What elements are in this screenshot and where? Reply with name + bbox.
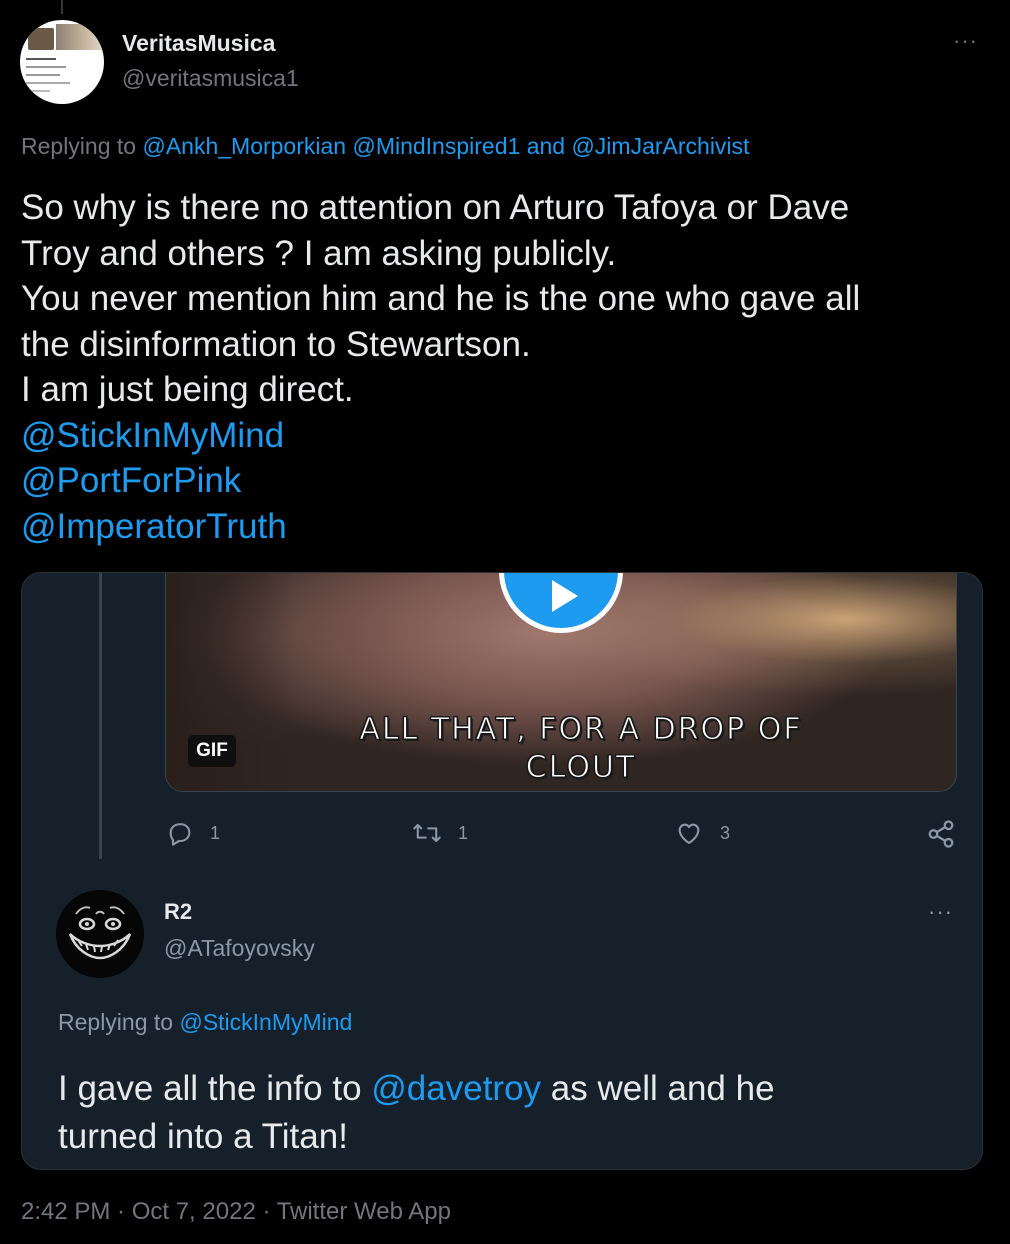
replying-and: and [526,133,566,159]
reply-action[interactable]: 1 [166,819,220,847]
retweet-action[interactable]: 1 [412,819,468,847]
tweet-text-line: You never mention him and he is the one … [21,279,861,318]
thread-connector-line [99,573,102,859]
avatar-image-block [28,28,54,50]
retweet-count: 1 [458,822,469,843]
avatar-text-line [26,58,56,60]
more-options-icon[interactable]: ··· [953,28,978,54]
avatar-image-banner [56,24,104,50]
reply-text-line: turned into a Titan! [58,1117,348,1156]
tweet-text-line: the disinformation to Stewartson. [21,324,531,364]
author-handle[interactable]: @veritasmusica1 [122,65,299,92]
reply-text-line: I gave all the info to @davetroy as well… [58,1065,938,1113]
reply-count: 1 [210,822,221,843]
thread-connector-line [61,0,63,14]
gif-caption-line: CLOUT [525,750,637,786]
mention-link[interactable]: @davetroy [371,1069,541,1108]
avatar-text-line [26,74,60,76]
mention-link[interactable]: @StickInMyMind [179,1009,352,1035]
play-button[interactable] [499,573,623,633]
reply-replying-to-line: Replying to @StickInMyMind [58,1009,352,1036]
tweet-text-line: I am just being direct. [21,370,354,409]
mention-link[interactable]: @StickInMyMind [21,413,996,459]
play-icon [552,580,578,612]
like-action[interactable]: 3 [674,819,730,847]
more-options-icon[interactable]: ··· [928,899,953,925]
reply-author-name[interactable]: R2 [164,899,192,925]
tweet-text-line: So why is there no attention on Arturo T… [21,188,850,227]
embedded-screenshot-card[interactable]: ALL THAT, FOR A DROP OF CLOUT GIF 1 1 3 [21,572,983,1170]
share-icon [928,820,954,848]
cheshire-cat-icon [56,890,144,978]
reply-author-handle[interactable]: @ATafoyovsky [164,935,315,962]
reply-author-avatar[interactable] [56,890,144,978]
avatar-text-line [26,82,70,84]
reply-icon [169,823,191,846]
heart-icon [678,823,700,844]
replying-prefix: Replying to [21,133,137,159]
avatar-text-line [26,90,50,92]
gif-caption-line: ALL THAT, FOR A DROP OF [359,712,803,748]
tweet-text-line: Troy and others ? I am asking publicly. [21,233,617,273]
reply-body: I gave all the info to @davetroy as well… [58,1065,938,1161]
author-avatar[interactable] [20,20,104,104]
mention-link[interactable]: @MindInspired1 [352,133,520,159]
mention-link[interactable]: @Ankh_Morporkian [142,133,346,159]
author-name[interactable]: VeritasMusica [122,30,275,57]
action-bar: 1 1 3 [22,819,982,849]
gif-media[interactable]: ALL THAT, FOR A DROP OF CLOUT GIF [165,573,957,792]
tweet-body: So why is there no attention on Arturo T… [21,185,996,549]
mention-link[interactable]: @ImperatorTruth [21,504,996,550]
mention-link[interactable]: @JimJarArchivist [571,133,749,159]
reply-text-part: I gave all the info to [58,1069,362,1108]
retweet-icon [413,823,441,843]
gif-caption: ALL THAT, FOR A DROP OF CLOUT [326,711,836,787]
replying-prefix: Replying to [58,1009,174,1035]
gif-badge: GIF [188,735,236,767]
share-action[interactable] [926,819,956,849]
replying-to-line: Replying to @Ankh_Morporkian @MindInspir… [21,133,749,160]
reply-text-part: as well and he [550,1069,775,1108]
mention-link[interactable]: @PortForPink [21,458,996,504]
tweet-timestamp[interactable]: 2:42 PM · Oct 7, 2022 · Twitter Web App [21,1198,451,1226]
avatar-text-line [26,66,66,68]
like-count: 3 [720,822,731,843]
